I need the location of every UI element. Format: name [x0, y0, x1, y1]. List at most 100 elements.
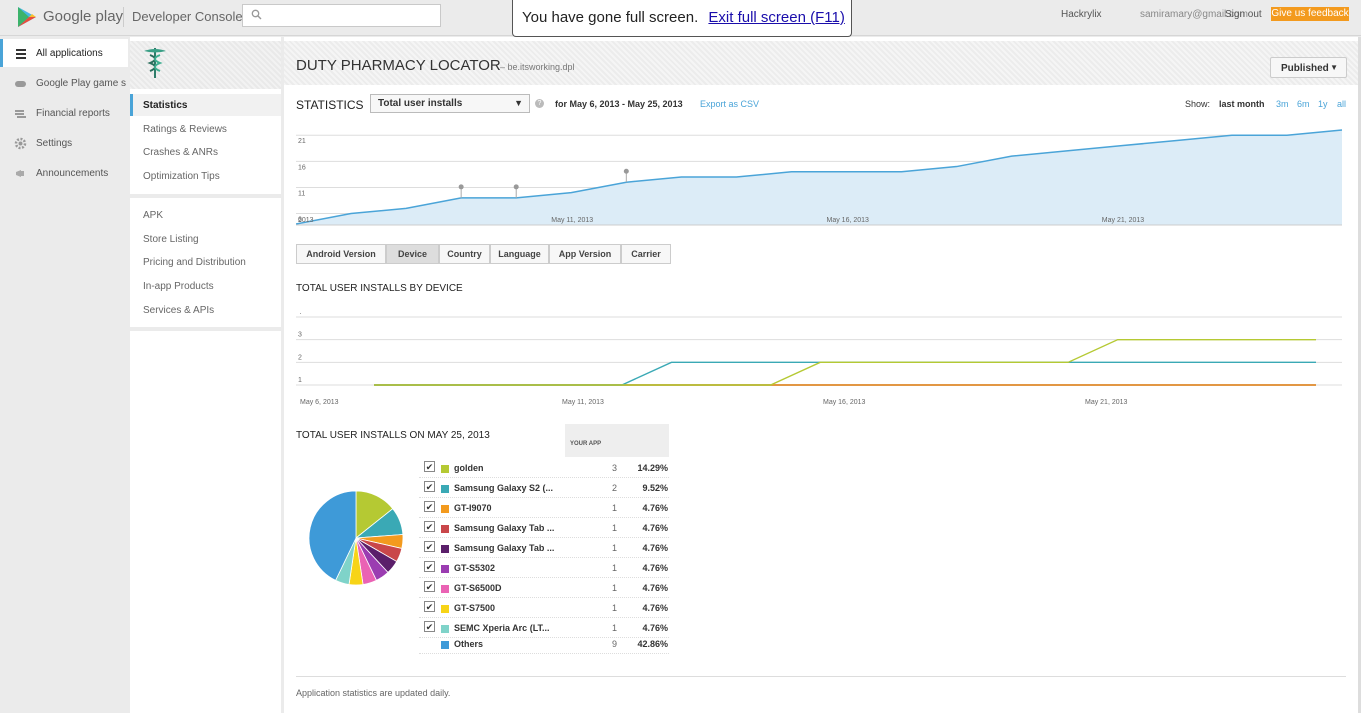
device-checkbox[interactable]: ✔ [424, 601, 435, 612]
device-percent: 42.86% [637, 639, 668, 649]
tab-carrier[interactable]: Carrier [621, 244, 671, 264]
device-count: 9 [612, 639, 618, 649]
device-name: Others [454, 639, 484, 649]
section-title-on-date: TOTAL USER INSTALLS ON MAY 25, 2013 [296, 430, 490, 441]
subnav-divider [130, 327, 281, 331]
x-tick-label: May 16, 2013 [827, 217, 870, 224]
publish-status-label: Published [1281, 63, 1329, 74]
x-tick-label: May 21, 2013 [1085, 399, 1128, 406]
nav-settings[interactable]: Settings [0, 129, 128, 157]
gear-icon [14, 137, 27, 150]
x-tick-label: May 11, 2013 [551, 217, 593, 224]
device-checkbox[interactable]: ✔ [424, 541, 435, 552]
exit-fullscreen-link[interactable]: Exit full screen (F11) [708, 9, 844, 26]
device-name: SEMC Xperia Arc (LT... [454, 623, 550, 633]
tab-language[interactable]: Language [490, 244, 549, 264]
chevron-down-icon: ▼ [1330, 63, 1338, 72]
subnav-pricing-distribution[interactable]: Pricing and Distribution [130, 251, 281, 273]
device-pie-chart [308, 490, 404, 586]
y-tick-label: 4 [298, 313, 302, 316]
feedback-button[interactable]: Give us feedback [1271, 7, 1349, 21]
range-last-month[interactable]: last month [1219, 99, 1265, 109]
tab-device[interactable]: Device [386, 244, 439, 264]
device-checkbox[interactable]: ✔ [424, 501, 435, 512]
device-color-swatch [441, 465, 449, 473]
device-name: Samsung Galaxy S2 (... [454, 483, 554, 493]
device-row: ✔ SEMC Xperia Arc (LT... 1 4.76% [419, 618, 669, 638]
google-play-logo-icon[interactable] [16, 6, 38, 28]
subnav-apk[interactable]: APK [130, 204, 281, 226]
export-csv-link[interactable]: Export as CSV [700, 99, 759, 109]
subnav-services-apis[interactable]: Services & APIs [130, 299, 281, 321]
app-title: DUTY PHARMACY LOCATOR [296, 57, 501, 74]
device-line-chart: 1 2 3 4 May 6, 2013 May 11, 2013 May 16, 2013 M… [296, 313, 1342, 406]
device-checkbox[interactable]: ✔ [424, 621, 435, 632]
nav-all-applications[interactable]: All applications [0, 39, 128, 67]
subnav-store-listing[interactable]: Store Listing [130, 228, 281, 250]
subnav-optimization-tips[interactable]: Optimization Tips [130, 165, 281, 187]
user-name: Hackrylix [1061, 9, 1102, 20]
device-checkbox[interactable]: ✔ [424, 481, 435, 492]
fullscreen-notice: You have gone full screen. Exit full scr… [512, 0, 852, 37]
search-icon [251, 9, 262, 20]
x-tick-label: 2013 [298, 217, 314, 224]
device-row: ✔ GT-I9070 1 4.76% [419, 498, 669, 518]
installs-area [296, 130, 1342, 225]
device-checkbox[interactable]: ✔ [424, 581, 435, 592]
device-name: Samsung Galaxy Tab ... [454, 523, 555, 533]
device-checkbox[interactable]: ✔ [424, 561, 435, 572]
range-3m[interactable]: 3m [1276, 99, 1289, 109]
device-series-line [374, 361, 1316, 386]
statistics-title: STATISTICS [296, 98, 364, 112]
fullscreen-message: You have gone full screen. [522, 9, 699, 26]
device-percent: 14.29% [637, 463, 668, 473]
range-6m[interactable]: 6m [1297, 99, 1310, 109]
subnav-in-app-products[interactable]: In-app Products [130, 275, 281, 297]
nav-financial-reports[interactable]: Financial reports [0, 99, 128, 127]
annotation-marker [513, 184, 519, 190]
device-percent: 9.52% [642, 483, 668, 493]
device-color-swatch [441, 565, 449, 573]
sign-out-link[interactable]: Sign out [1225, 9, 1262, 20]
developer-console-label[interactable]: Developer Console [132, 9, 243, 24]
nav-announcements[interactable]: Announcements [0, 159, 128, 187]
device-name: GT-S7500 [454, 603, 496, 613]
nav-game-services[interactable]: Google Play game services [0, 69, 128, 97]
subnav-ratings-reviews[interactable]: Ratings & Reviews [130, 118, 281, 140]
device-count: 1 [612, 623, 618, 633]
x-tick-label: May 11, 2013 [562, 399, 604, 406]
megaphone-icon [16, 170, 24, 177]
device-checkbox[interactable]: ✔ [424, 461, 435, 472]
device-checkbox[interactable]: ✔ [424, 521, 435, 532]
nav-label: Google Play game services [36, 78, 126, 89]
x-tick-label: May 16, 2013 [823, 399, 866, 406]
main-content: DUTY PHARMACY LOCATOR – be.itsworking.dp… [284, 37, 1358, 713]
device-row: ✔ GT-S7500 1 4.76% [419, 598, 669, 618]
tab-android-version[interactable]: Android Version [296, 244, 386, 264]
device-row: ✔ GT-S5302 1 4.76% [419, 558, 669, 578]
app-icon-container [130, 41, 281, 89]
subnav-crashes-anrs[interactable]: Crashes & ANRs [130, 141, 281, 163]
y-tick-label: 3 [298, 332, 302, 339]
device-name: golden [454, 463, 484, 473]
google-play-brand[interactable]: Google play [43, 8, 123, 25]
device-color-swatch [441, 605, 449, 613]
search-input[interactable] [242, 4, 441, 27]
range-all[interactable]: all [1337, 99, 1346, 109]
nav-label: Financial reports [36, 108, 110, 119]
device-name: Samsung Galaxy Tab ... [454, 543, 555, 553]
publish-status-dropdown[interactable]: Published ▼ [1270, 57, 1347, 78]
nav-label: All applications [36, 48, 103, 59]
tab-country[interactable]: Country [439, 244, 490, 264]
app-sidebar: Statistics Ratings & Reviews Crashes & A… [130, 37, 281, 713]
top-bar: Google play Developer Console You have g… [0, 0, 1361, 37]
help-icon[interactable]: ? [535, 99, 544, 108]
device-count: 1 [612, 503, 618, 513]
caduceus-icon[interactable] [142, 45, 168, 79]
device-count: 2 [612, 483, 618, 493]
subnav-statistics[interactable]: Statistics [130, 94, 281, 116]
tab-app-version[interactable]: App Version [549, 244, 621, 264]
range-1y[interactable]: 1y [1318, 99, 1328, 109]
metric-select[interactable]: Total user installs ▼ [370, 94, 530, 113]
device-name: GT-S6500D [454, 583, 502, 593]
